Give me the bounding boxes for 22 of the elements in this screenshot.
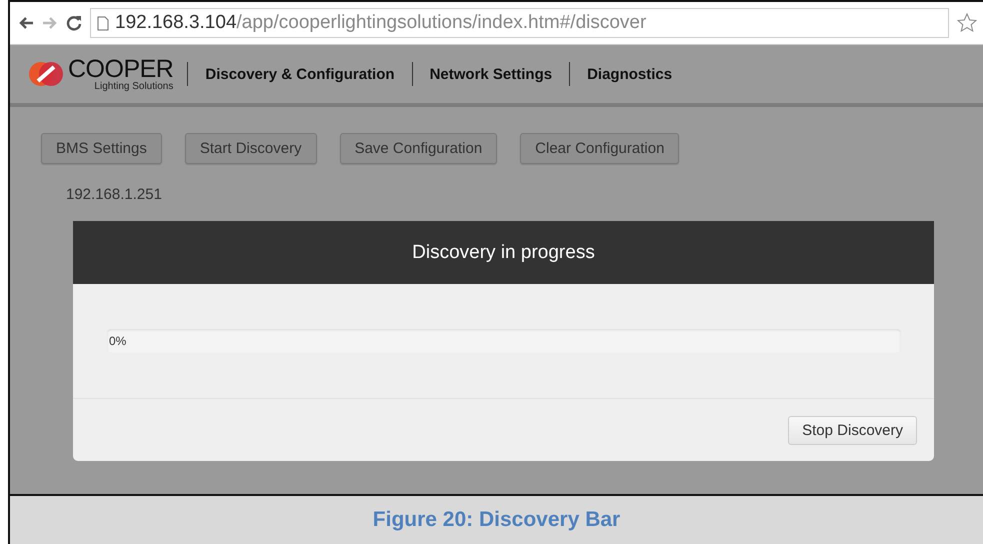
nav-link[interactable]: Diagnostics [570,66,690,82]
logo-icon [28,59,64,89]
toolbar-button[interactable]: Clear Configuration [520,133,680,164]
reload-icon[interactable] [66,15,82,31]
stop-discovery-button[interactable]: Stop Discovery [788,416,917,445]
url-host: 192.168.3.104 [115,12,237,33]
toolbar-button[interactable]: Save Configuration [340,133,498,164]
modal-title: Discovery in progress [412,242,595,264]
address-bar[interactable]: 192.168.3.104/app/cooperlightingsolutions/index.htm#/discover [90,8,949,38]
nav-link[interactable]: Discovery & Configuration [188,66,412,82]
toolbar-button[interactable]: BMS Settings [41,133,162,164]
figure-caption: Figure 20: Discovery Bar [372,508,620,532]
url-path: /app/cooperlightingsolutions/index.htm#/discover [236,12,646,33]
nav-link[interactable]: Network Settings [412,66,570,82]
page-icon [97,16,109,30]
toolbar-button[interactable]: Start Discovery [184,133,317,164]
brand-tagline: Lighting Solutions [93,80,174,92]
brand-name: COOPER [68,56,174,80]
back-icon[interactable] [18,16,34,30]
ip-address: 192.168.1.251 [66,186,162,203]
progress-reading: 0% [108,334,126,348]
star-icon[interactable] [957,13,977,33]
